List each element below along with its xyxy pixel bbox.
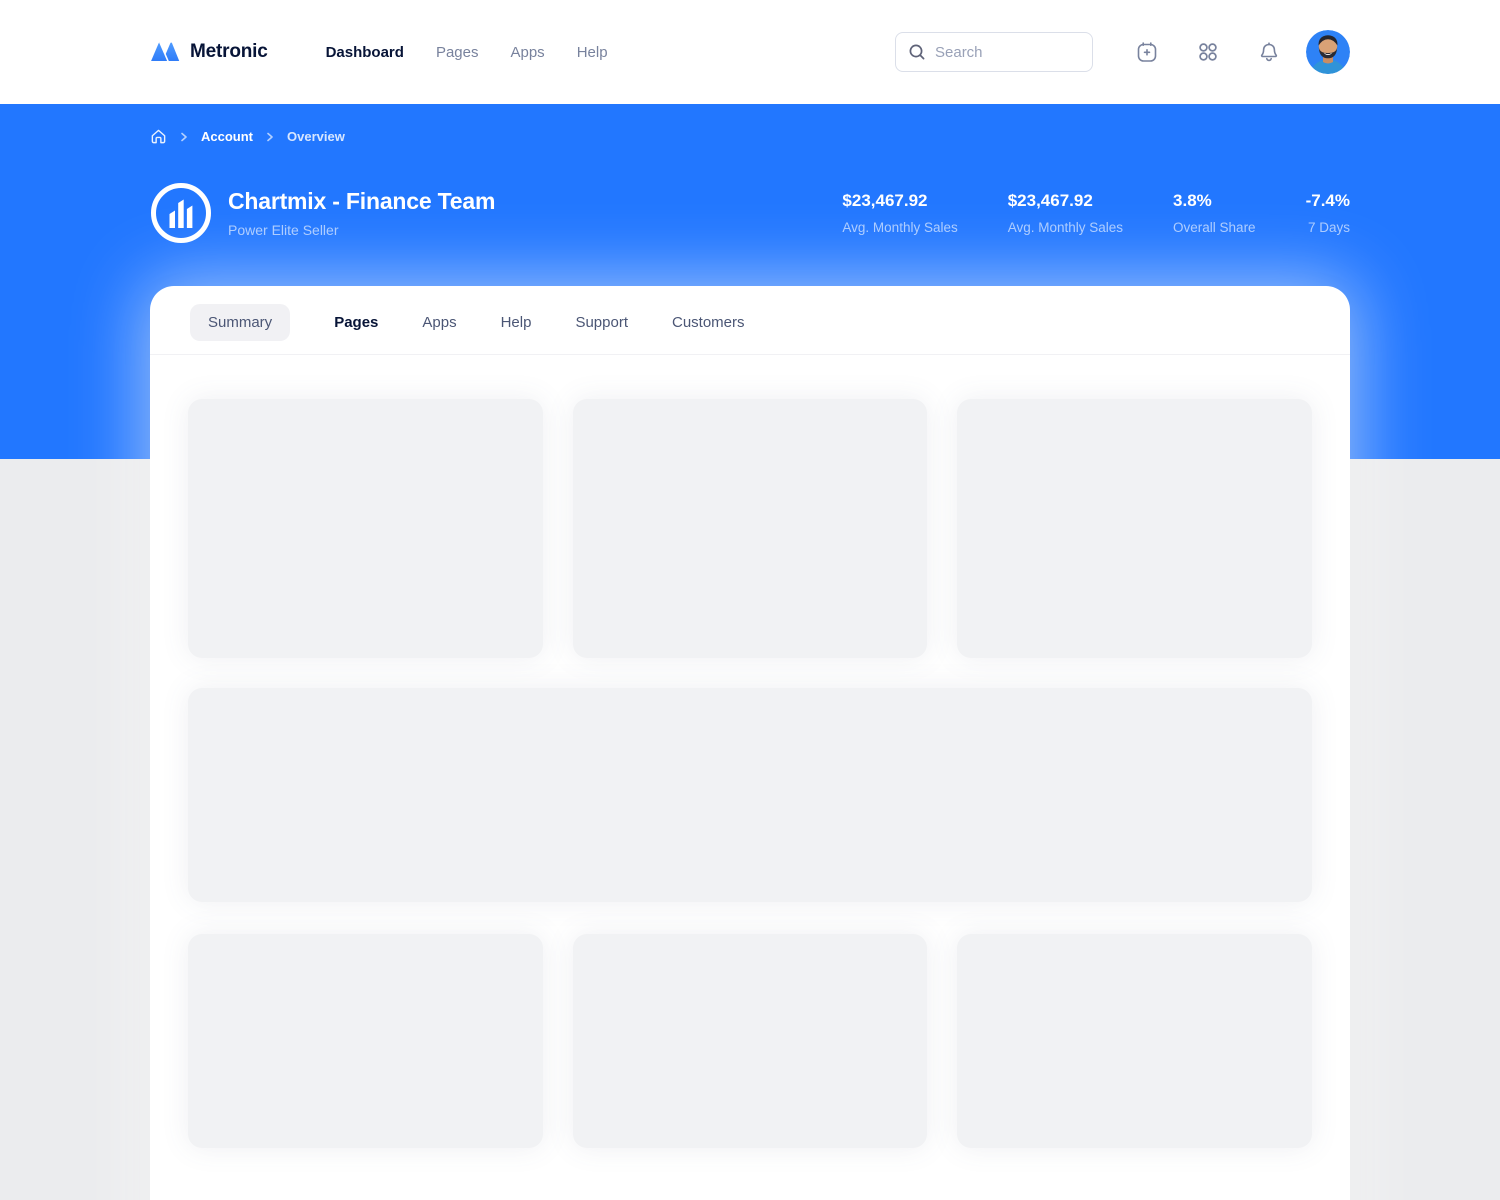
tab-support[interactable]: Support — [575, 304, 628, 341]
apps-grid-button[interactable] — [1196, 40, 1220, 64]
notifications-button[interactable] — [1257, 40, 1281, 64]
brand-name: Metronic — [190, 41, 268, 63]
placeholder-card — [188, 934, 543, 1148]
calendar-add-button[interactable] — [1135, 40, 1159, 64]
metronic-logo-icon — [150, 41, 180, 63]
stat-value: 3.8% — [1173, 191, 1256, 211]
apps-grid-icon — [1196, 40, 1220, 64]
metronic-logo[interactable]: Metronic — [150, 41, 268, 63]
search-input[interactable] — [935, 44, 1080, 61]
bar-chart-circle-icon — [150, 182, 212, 244]
tab-summary[interactable]: Summary — [190, 304, 290, 341]
account-stats: $23,467.92 Avg. Monthly Sales $23,467.92… — [842, 191, 1350, 235]
account-subtitle: Power Elite Seller — [228, 222, 495, 238]
nav-item-help[interactable]: Help — [577, 44, 608, 61]
breadcrumb-overview[interactable]: Overview — [287, 129, 345, 144]
chevron-right-icon — [264, 131, 276, 143]
magnifier-icon — [908, 43, 926, 61]
tab-help[interactable]: Help — [501, 304, 532, 341]
stat-label: Avg. Monthly Sales — [1008, 220, 1123, 235]
chevron-right-icon — [178, 131, 190, 143]
stat-label: Overall Share — [1173, 220, 1256, 235]
stat-overall-share: 3.8% Overall Share — [1173, 191, 1256, 235]
placeholder-card — [188, 399, 543, 658]
search-box[interactable] — [895, 32, 1093, 72]
home-icon[interactable] — [150, 128, 167, 145]
stat-avg-monthly-sales-1: $23,467.92 Avg. Monthly Sales — [842, 191, 957, 235]
stat-value: $23,467.92 — [842, 191, 957, 211]
placeholder-card — [573, 934, 928, 1148]
user-avatar[interactable] — [1306, 30, 1350, 74]
placeholder-card — [957, 399, 1312, 658]
notifications-bell-icon — [1257, 40, 1281, 64]
stat-7-days: -7.4% 7 Days — [1306, 191, 1350, 235]
tab-pages[interactable]: Pages — [334, 304, 378, 341]
top-header: Metronic Dashboard Pages Apps Help — [0, 0, 1500, 104]
card-content — [150, 355, 1350, 1188]
stat-label: 7 Days — [1306, 220, 1350, 235]
nav-item-pages[interactable]: Pages — [436, 44, 479, 61]
stat-value: -7.4% — [1306, 191, 1350, 211]
card-tabs: Summary Pages Apps Help Support Customer… — [150, 286, 1350, 355]
breadcrumb-account[interactable]: Account — [201, 129, 253, 144]
breadcrumb: Account Overview — [150, 128, 1350, 145]
stat-avg-monthly-sales-2: $23,467.92 Avg. Monthly Sales — [1008, 191, 1123, 235]
nav-item-dashboard[interactable]: Dashboard — [326, 44, 404, 61]
stat-value: $23,467.92 — [1008, 191, 1123, 211]
main-nav: Dashboard Pages Apps Help — [326, 44, 608, 61]
placeholder-card — [573, 399, 928, 658]
tab-apps[interactable]: Apps — [422, 304, 456, 341]
account-title: Chartmix - Finance Team — [228, 188, 495, 215]
account-overview-card: Summary Pages Apps Help Support Customer… — [150, 286, 1350, 1200]
placeholder-card — [957, 934, 1312, 1148]
tab-customers[interactable]: Customers — [672, 304, 745, 341]
stat-label: Avg. Monthly Sales — [842, 220, 957, 235]
placeholder-card-wide — [188, 688, 1312, 902]
nav-item-apps[interactable]: Apps — [510, 44, 544, 61]
calendar-add-icon — [1135, 40, 1159, 64]
